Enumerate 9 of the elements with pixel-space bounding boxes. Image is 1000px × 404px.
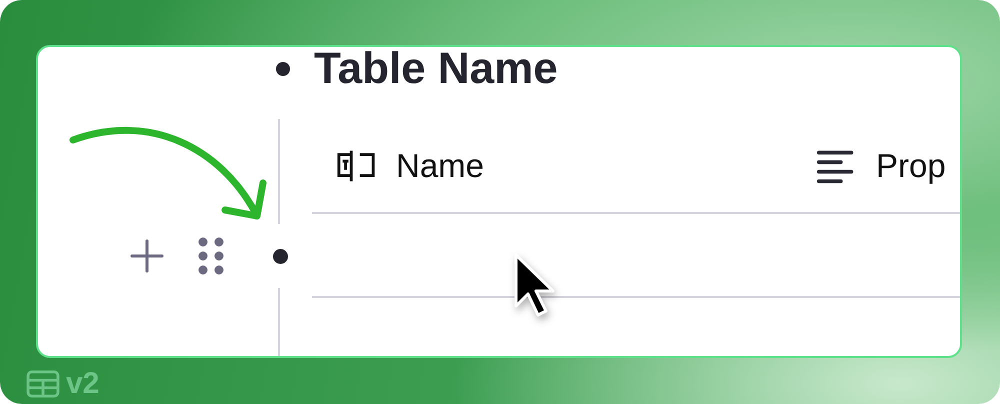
table-icon — [26, 370, 60, 398]
bullet — [276, 62, 290, 76]
plus-icon[interactable] — [130, 239, 164, 273]
row-bullet — [273, 248, 288, 264]
version-label: v2 — [66, 368, 100, 400]
table-title: Table Name — [314, 47, 558, 91]
column-header[interactable]: Prop — [816, 119, 946, 212]
drag-handle-icon[interactable] — [198, 237, 224, 275]
column-header[interactable]: Name — [312, 119, 816, 212]
